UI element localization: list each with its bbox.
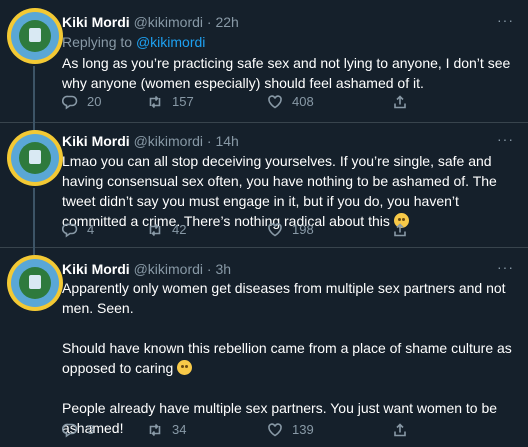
thread-line xyxy=(33,248,35,255)
tweet-paragraph: Lmao you can all stop deceiving yourselv… xyxy=(62,151,514,231)
like-icon xyxy=(268,423,282,437)
author-handle[interactable]: @kikimordi xyxy=(134,133,203,149)
avatar[interactable] xyxy=(7,130,63,186)
separator-dot: · xyxy=(206,14,212,30)
share-button[interactable] xyxy=(392,221,408,239)
share-button[interactable] xyxy=(392,93,408,111)
tweet-time[interactable]: 3h xyxy=(215,261,231,277)
tweet-paragraph-text: Lmao you can all stop deceiving yourselv… xyxy=(62,153,497,229)
like-count: 139 xyxy=(292,422,314,437)
reply-icon xyxy=(62,423,78,438)
tweet-actions: 4 42 198 xyxy=(62,221,408,239)
share-icon xyxy=(394,95,406,109)
retweet-count: 157 xyxy=(172,94,194,109)
like-icon xyxy=(268,95,282,109)
share-button[interactable] xyxy=(392,421,408,439)
more-icon[interactable]: ··· xyxy=(497,12,514,28)
retweet-icon xyxy=(149,95,161,109)
reply-button[interactable]: 4 xyxy=(62,221,147,239)
replying-to-handle[interactable]: @kikimordi xyxy=(136,34,205,50)
share-icon xyxy=(394,223,406,237)
retweet-button[interactable]: 42 xyxy=(147,221,267,239)
emoji-icon xyxy=(177,360,193,375)
tweet-actions: 20 157 408 xyxy=(62,93,408,111)
retweet-count: 34 xyxy=(172,422,187,437)
separator-dot: · xyxy=(206,261,212,277)
reply-button[interactable]: 3 xyxy=(62,421,147,439)
author-handle[interactable]: @kikimordi xyxy=(134,261,203,277)
like-button[interactable]: 198 xyxy=(267,221,392,239)
author-name[interactable]: Kiki Mordi xyxy=(62,14,130,30)
tweet-header: Kiki Mordi @kikimordi · 22h xyxy=(62,13,239,31)
avatar[interactable] xyxy=(7,255,63,311)
retweet-count: 42 xyxy=(172,222,187,237)
reply-count: 4 xyxy=(87,222,95,237)
tweet-time[interactable]: 14h xyxy=(215,133,238,149)
thread-line xyxy=(33,188,35,248)
retweet-icon xyxy=(149,223,161,237)
like-icon xyxy=(268,223,282,237)
avatar[interactable] xyxy=(7,8,63,64)
like-button[interactable]: 408 xyxy=(267,93,392,111)
tweet[interactable]: Kiki Mordi @kikimordi · 3h ··· Apparentl… xyxy=(0,248,528,447)
more-icon[interactable]: ··· xyxy=(497,131,514,147)
retweet-button[interactable]: 157 xyxy=(147,93,267,111)
tweet-header: Kiki Mordi @kikimordi · 14h xyxy=(62,132,239,150)
author-name[interactable]: Kiki Mordi xyxy=(62,261,130,277)
like-count: 198 xyxy=(292,222,314,237)
retweet-button[interactable]: 34 xyxy=(147,421,267,439)
reply-button[interactable]: 20 xyxy=(62,93,147,111)
tweet-time[interactable]: 22h xyxy=(215,14,238,30)
author-name[interactable]: Kiki Mordi xyxy=(62,133,130,149)
author-handle[interactable]: @kikimordi xyxy=(134,14,203,30)
tweet-header: Kiki Mordi @kikimordi · 3h xyxy=(62,260,231,278)
tweet-text: Apparently only women get diseases from … xyxy=(62,278,514,438)
thread-line xyxy=(33,66,35,123)
tweet[interactable]: Kiki Mordi @kikimordi · 22h ··· Replying… xyxy=(0,0,528,123)
reply-count: 3 xyxy=(87,422,95,437)
tweet-paragraph-text: Should have known this rebellion came fr… xyxy=(62,340,512,376)
tweet-text: As long as you’re practicing safe sex an… xyxy=(62,53,514,93)
tweet-actions: 3 34 139 xyxy=(62,421,408,439)
share-icon xyxy=(394,423,406,437)
reply-icon xyxy=(62,223,78,238)
tweet-paragraph: As long as you’re practicing safe sex an… xyxy=(62,55,511,91)
tweet-paragraph: Apparently only women get diseases from … xyxy=(62,280,506,316)
thread-line xyxy=(33,123,35,130)
like-button[interactable]: 139 xyxy=(267,421,392,439)
replying-to: Replying to @kikimordi xyxy=(62,33,205,51)
tweet[interactable]: Kiki Mordi @kikimordi · 14h ··· Lmao you… xyxy=(0,123,528,248)
tweet-text: Lmao you can all stop deceiving yourselv… xyxy=(62,151,514,231)
tweet-paragraph: Should have known this rebellion came fr… xyxy=(62,338,514,378)
reply-count: 20 xyxy=(87,94,102,109)
more-icon[interactable]: ··· xyxy=(497,259,514,275)
separator-dot: · xyxy=(206,133,212,149)
reply-icon xyxy=(62,95,78,110)
like-count: 408 xyxy=(292,94,314,109)
replying-to-label: Replying to xyxy=(62,34,136,50)
retweet-icon xyxy=(149,423,161,437)
